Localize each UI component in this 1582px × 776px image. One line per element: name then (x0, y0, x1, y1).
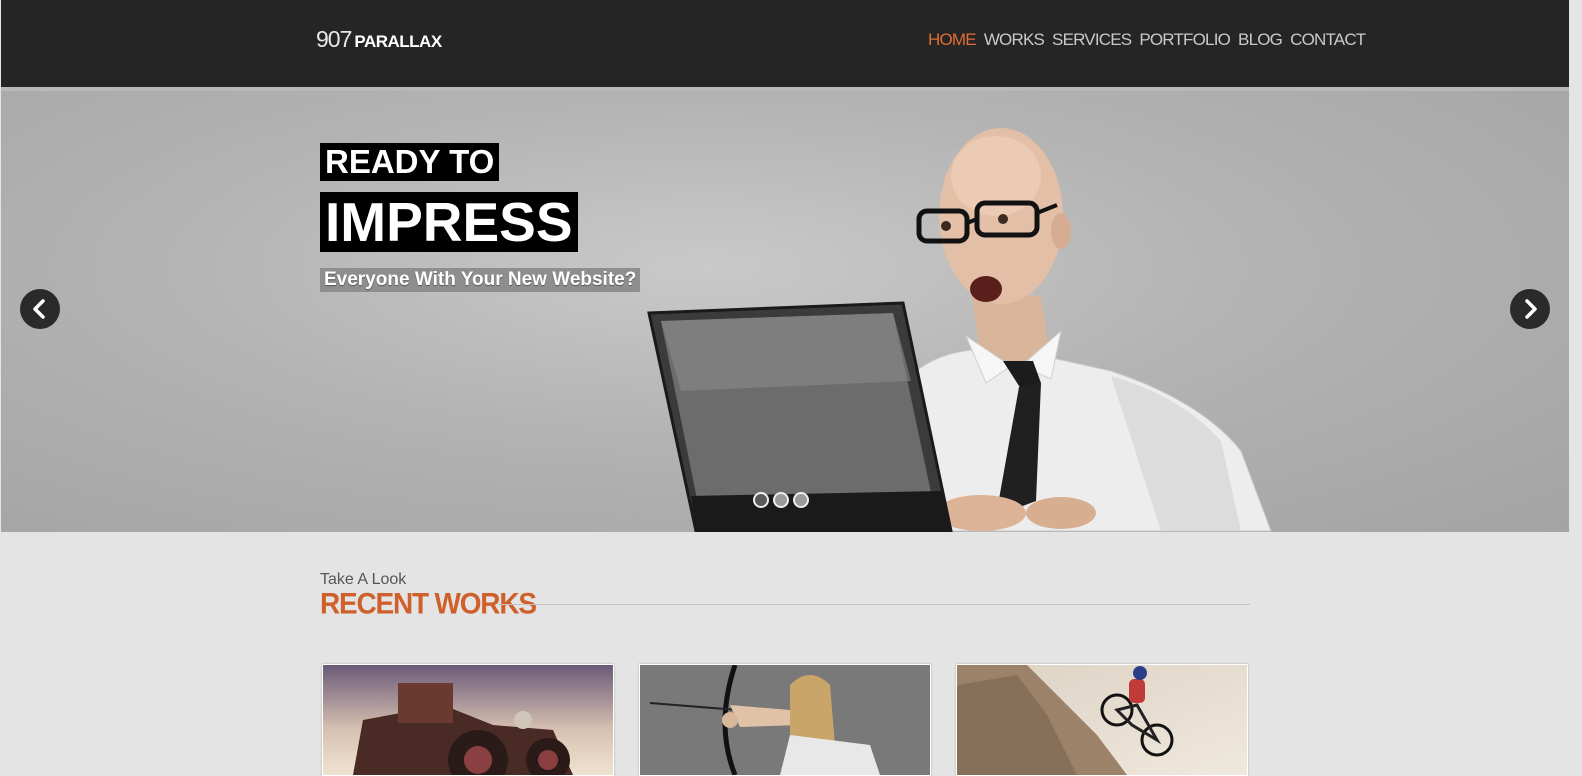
section-divider (498, 604, 1250, 605)
archer-image (640, 665, 930, 775)
chevron-right-icon (1525, 299, 1537, 319)
vintage-car-image (323, 665, 613, 775)
hero-heading-large: IMPRESS (320, 192, 578, 252)
nav-portfolio[interactable]: PORTFOLIO (1139, 30, 1231, 56)
main-nav: HOME WORKS SERVICES PORTFOLIO BLOG CONTA… (928, 30, 1366, 56)
slider-next-button[interactable] (1510, 289, 1550, 329)
slider-dot-2[interactable] (773, 492, 789, 508)
nav-services[interactable]: SERVICES (1052, 30, 1132, 56)
nav-home[interactable]: HOME (928, 30, 977, 56)
nav-works[interactable]: WORKS (984, 30, 1045, 56)
work-card-mountain-biker[interactable] (956, 664, 1248, 776)
hero-heading-small: READY TO (320, 143, 500, 181)
slider-prev-button[interactable] (20, 289, 60, 329)
hero-slider: READY TO IMPRESS Everyone With Your New … (1, 91, 1569, 532)
nav-contact[interactable]: CONTACT (1290, 30, 1366, 56)
nav-blog[interactable]: BLOG (1238, 30, 1283, 56)
mountain-biker-image (957, 665, 1247, 775)
logo-name: PARALLAX (354, 32, 442, 51)
chevron-left-icon (33, 299, 45, 319)
hero-illustration (647, 128, 1272, 532)
logo-number: 907 (316, 26, 352, 52)
site-logo[interactable]: 907 PARALLAX (316, 26, 442, 56)
slider-dot-1[interactable] (753, 492, 769, 508)
slider-pagination (753, 492, 809, 508)
work-card-vintage-car[interactable] (322, 664, 614, 776)
hero-subheading: Everyone With Your New Website? (320, 268, 641, 292)
work-card-archer[interactable] (639, 664, 931, 776)
slider-dot-3[interactable] (793, 492, 809, 508)
